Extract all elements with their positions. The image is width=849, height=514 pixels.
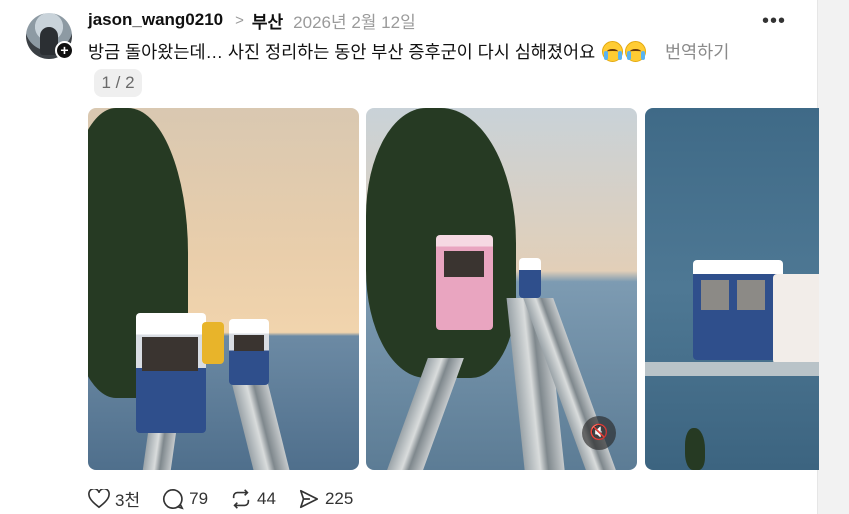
heart-icon (88, 488, 110, 508)
tram-pink (436, 235, 493, 330)
chevron-right-icon: > (235, 11, 244, 29)
comment-icon (163, 488, 184, 510)
like-button[interactable]: 3천 (88, 486, 140, 511)
tram-blue-side (693, 260, 783, 360)
tram-white-side (773, 274, 819, 364)
post-text-line: 방금 돌아왔는데… 사진 정리하는 동안 부산 증후군이 다시 심해졌어요 번역… (88, 39, 729, 64)
post-date: 2026년 2월 12일 (293, 12, 416, 32)
tram-blue (136, 313, 206, 433)
media-counter: 1 / 2 (94, 69, 142, 97)
post-text: 방금 돌아왔는데… 사진 정리하는 동안 부산 증후군이 다시 심해졌어요 (88, 42, 596, 62)
photo-1[interactable] (88, 108, 359, 470)
send-icon (299, 489, 319, 508)
reply-button[interactable]: 79 (162, 488, 208, 510)
photo-3[interactable] (645, 108, 819, 470)
tram-blue-distant (519, 258, 541, 298)
translate-button[interactable]: 번역하기 (665, 42, 729, 62)
rail-track (230, 378, 292, 470)
crying-emoji-icon (602, 41, 624, 62)
repost-button[interactable]: 44 (230, 488, 276, 510)
share-button[interactable]: 225 (298, 488, 353, 510)
tram-yellow (202, 322, 224, 364)
post-header: jason_wang0210 > 부산 2026년 2월 12일 (88, 8, 416, 33)
like-count: 3천 (115, 491, 141, 510)
crying-emoji-icon (625, 41, 647, 62)
follow-plus-icon[interactable]: + (55, 41, 74, 60)
repost-icon (232, 488, 250, 509)
topic-tag[interactable]: 부산 (252, 8, 283, 33)
mute-icon[interactable]: 🔇 (582, 416, 616, 450)
more-options-icon[interactable]: ••• (762, 10, 786, 33)
username[interactable]: jason_wang0210 (88, 10, 223, 30)
reply-count: 79 (189, 488, 209, 508)
share-count: 225 (324, 488, 354, 508)
rail-bridge (645, 362, 819, 376)
post-card: + jason_wang0210 > 부산 2026년 2월 12일 ••• 방… (0, 0, 819, 514)
repost-count: 44 (257, 488, 276, 508)
tree-foliage (685, 428, 705, 470)
rail-track (384, 358, 464, 470)
action-bar: 3천 79 44 225 (88, 486, 375, 511)
tram-blue-small (229, 319, 269, 385)
